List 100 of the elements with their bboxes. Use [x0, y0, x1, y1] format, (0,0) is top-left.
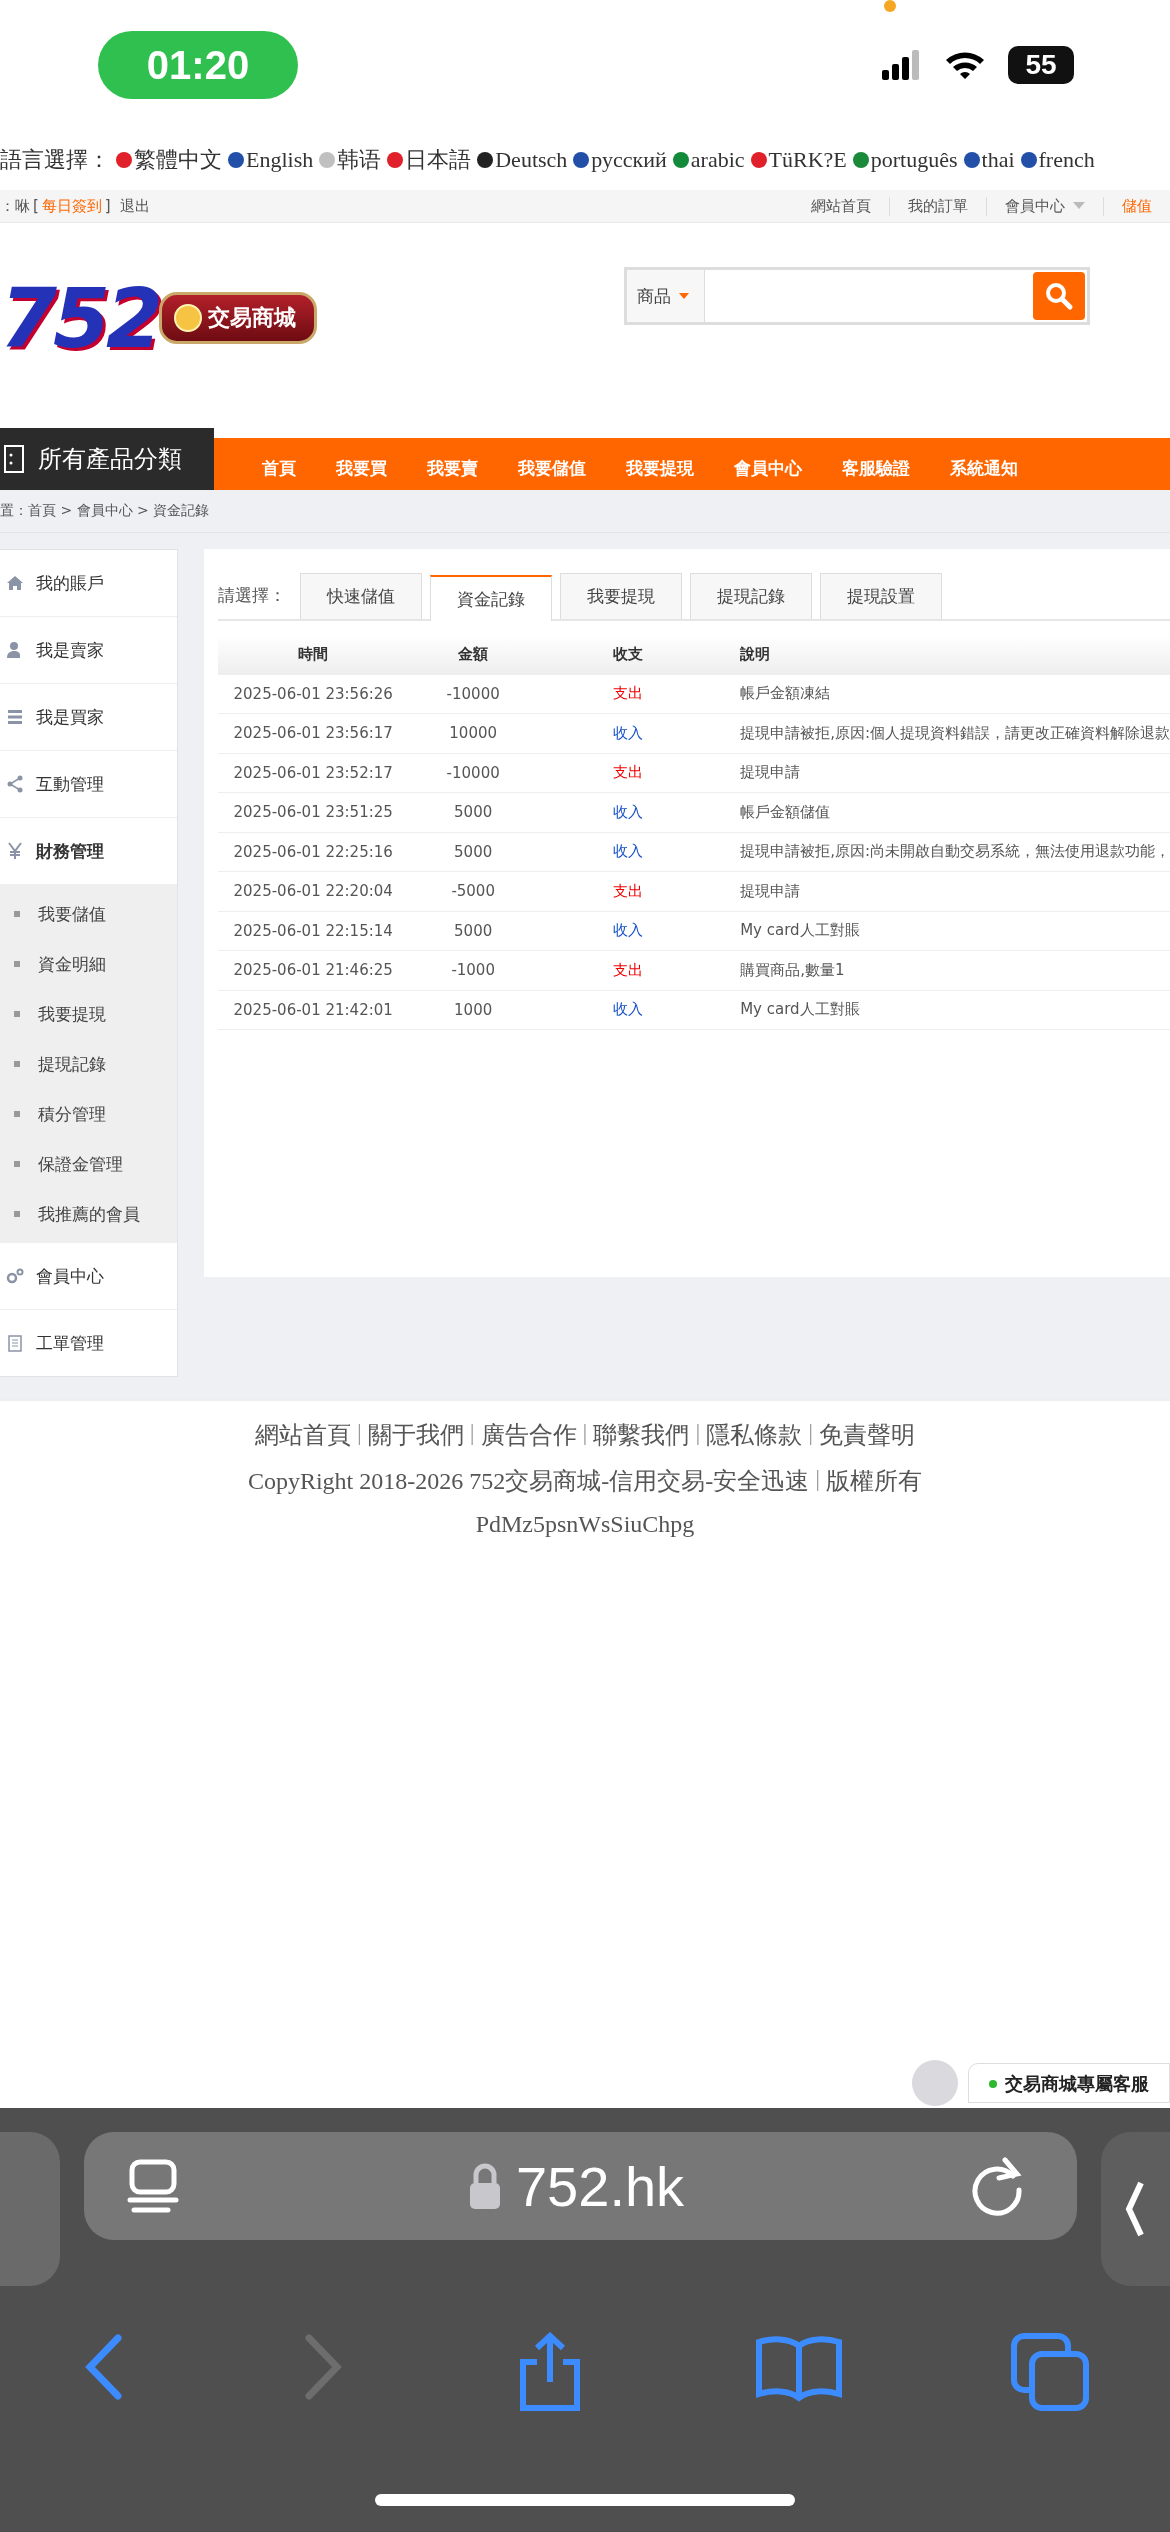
username: ：咻 [0, 196, 30, 216]
url-text: 752.hk [515, 2153, 685, 2219]
table-cell-text: 2025-06-01 23:56:17 [232, 724, 394, 743]
top-link[interactable]: 會員中心 [986, 196, 1103, 216]
table-cell-text: 收入 [612, 723, 645, 743]
language-link[interactable]: русский [573, 147, 667, 173]
sidebar-item[interactable]: 我是賣家 [0, 617, 178, 684]
tab[interactable]: 提現記錄 [690, 573, 813, 619]
language-link[interactable]: 繁體中文 [116, 145, 222, 175]
language-link[interactable]: 日本語 [387, 145, 472, 175]
language-link[interactable]: 韩语 [319, 145, 382, 175]
table-cell-text: 收入 [612, 921, 645, 941]
tabs-icon[interactable] [1010, 2332, 1090, 2412]
table-cell-text: 2025-06-01 23:56:26 [232, 684, 394, 703]
tab[interactable]: 資金記錄 [430, 575, 553, 621]
submenu-item[interactable]: 保證金管理 [0, 1139, 178, 1189]
breadcrumb: 置：首頁 > 會員中心 > 資金記錄 [0, 502, 210, 520]
column-header: 說明 [739, 644, 772, 664]
footer-link[interactable]: 廣告合作 [480, 1419, 577, 1451]
signal-icon [882, 50, 922, 80]
table-cell-text: 2025-06-01 21:46:25 [232, 961, 394, 980]
category-menu[interactable]: 所有產品分類 [0, 428, 214, 490]
address-bar[interactable]: 752.hk [83, 2132, 1077, 2240]
caret-icon [1073, 202, 1085, 210]
table-cell-text: 2025-06-01 22:15:14 [232, 921, 394, 940]
table-cell-text: 2025-06-01 21:42:01 [232, 1000, 394, 1019]
table-cell-text: 5000 [453, 921, 494, 940]
footer-code: PdMz5psnWsSiuChpg [475, 1511, 695, 1538]
bracket: [ [33, 197, 39, 215]
logout-link[interactable]: 退出 [119, 196, 150, 216]
table-cell-text: 收入 [612, 802, 645, 822]
table-cell-text: 提現申請被拒,原因:個人提現資料錯誤，請更改正確資料解除退款 [739, 723, 1170, 743]
table-cell-text: 2025-06-01 23:51:25 [232, 803, 394, 822]
gears-icon [6, 1267, 24, 1285]
footer-link[interactable]: 免責聲明 [819, 1419, 916, 1451]
sidebar-item[interactable]: 互動管理 [0, 751, 178, 818]
search-category[interactable]: 商品 [627, 270, 705, 322]
language-link[interactable]: TüRK?E [750, 147, 847, 173]
separator: | [469, 1419, 475, 1447]
sidebar-item[interactable]: 會員中心 [0, 1243, 178, 1310]
top-link[interactable]: 我的訂單 [889, 196, 986, 216]
table-cell-text: -10000 [445, 684, 501, 703]
submenu-item[interactable]: 我要提現 [0, 989, 178, 1039]
table-cell-text: 2025-06-01 22:20:04 [232, 882, 394, 901]
separator: | [582, 1419, 588, 1447]
table-cell-text: 2025-06-01 23:52:17 [232, 763, 394, 782]
search-icon [1044, 281, 1074, 311]
chat-widget[interactable]: 交易商城專屬客服 [968, 2063, 1170, 2103]
language-link[interactable]: Deutsch [477, 147, 568, 173]
copyright-text: CopyRight 2018-2026 752交易商城-信用交易-安全迅速 [247, 1467, 810, 1496]
table-cell-text: 支出 [612, 881, 645, 901]
language-link[interactable]: arabic [672, 147, 745, 173]
language-link[interactable]: português [852, 147, 958, 173]
sidebar-item[interactable]: 工單管理 [0, 1310, 178, 1376]
table-cell-text: My card人工對賬 [739, 1000, 861, 1020]
home-icon [6, 574, 24, 592]
bracket: ] [104, 197, 111, 215]
tabs-label: 請選擇： [218, 583, 287, 607]
table-cell-text: 支出 [612, 763, 645, 783]
column-header: 金額 [457, 644, 490, 664]
footer-link[interactable]: 關于我們 [367, 1419, 464, 1451]
submenu-item[interactable]: 提現記錄 [0, 1039, 178, 1089]
caret-icon [679, 293, 689, 299]
table-cell-text: 支出 [612, 960, 645, 980]
footer-link[interactable]: 網站首頁 [254, 1419, 351, 1451]
tab[interactable]: 提現設置 [820, 573, 943, 619]
table-cell-text: 帳戶金額凍結 [739, 684, 832, 704]
submenu-item[interactable]: 我要儲值 [0, 889, 178, 939]
table-cell-text: 帳戶金額儲值 [739, 802, 832, 822]
sidebar-item[interactable]: 我的賬戶 [0, 550, 178, 617]
battery-level: 55 [1008, 46, 1074, 84]
table-cell-text: 5000 [453, 842, 494, 861]
language-link[interactable]: English [228, 147, 314, 173]
search-button[interactable] [1033, 272, 1085, 320]
footer-link[interactable]: 聯繫我們 [593, 1419, 690, 1451]
clipboard-icon [6, 1334, 24, 1352]
tab[interactable]: 我要提現 [560, 573, 683, 619]
language-link[interactable]: french [1020, 147, 1095, 173]
avatar [912, 2060, 958, 2106]
site-logo[interactable]: 752 交易商城 [0, 273, 318, 363]
separator: | [815, 1465, 821, 1493]
submenu-item[interactable]: 資金明細 [0, 939, 178, 989]
footer-link[interactable]: 隱私條款 [706, 1419, 803, 1451]
chevron-left-icon [1125, 2179, 1146, 2239]
table-cell-text: 購買商品,數量1 [739, 960, 846, 980]
yen-icon [6, 842, 24, 860]
submenu-item[interactable]: 我推薦的會員 [0, 1189, 178, 1239]
table-cell-text: 10000 [448, 724, 499, 743]
table-cell-text: 收入 [612, 1000, 645, 1020]
tab[interactable]: 快速儲值 [300, 573, 423, 619]
language-link[interactable]: thai [963, 147, 1015, 173]
top-link[interactable]: 網站首頁 [793, 196, 889, 216]
separator: | [356, 1419, 362, 1447]
sidebar-item[interactable]: 我是買家 [0, 684, 178, 751]
language-label: 語言選擇： [0, 146, 110, 174]
grid-icon [4, 445, 24, 473]
separator: | [695, 1419, 701, 1447]
column-header: 時間 [297, 644, 330, 664]
wifi-icon [944, 50, 986, 80]
submenu-item[interactable]: 積分管理 [0, 1089, 178, 1139]
